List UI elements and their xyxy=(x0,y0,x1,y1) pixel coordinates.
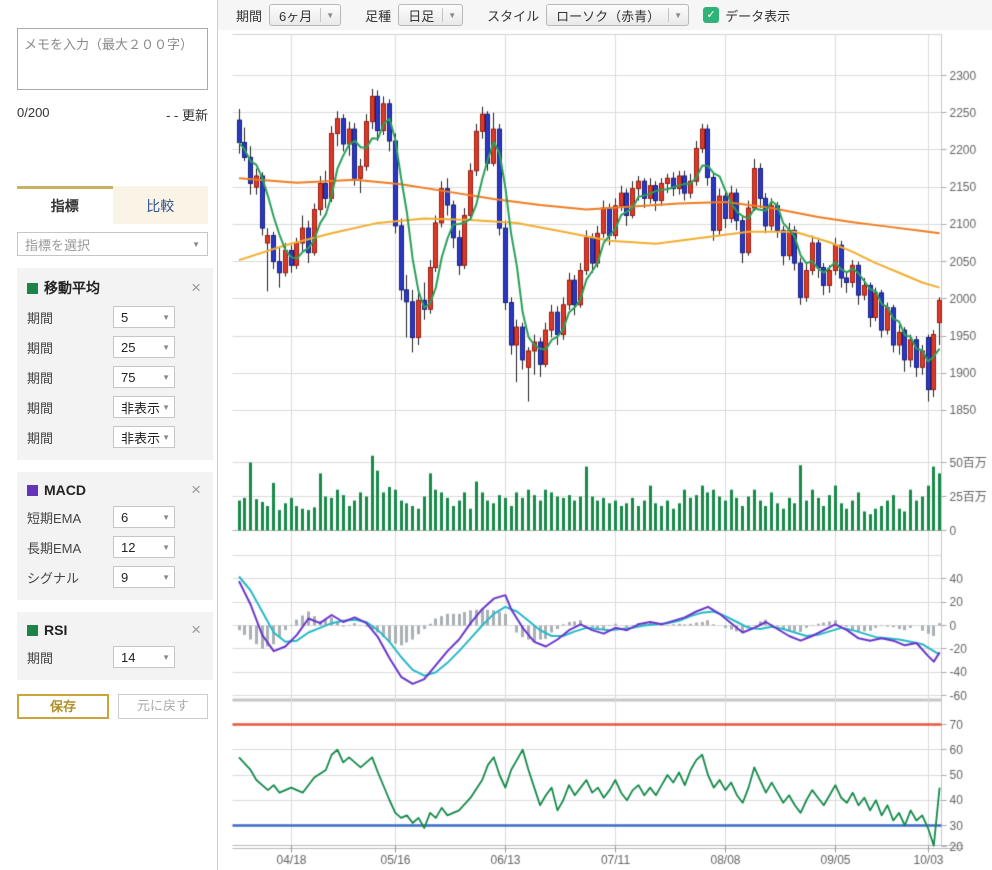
param-label: シグナル xyxy=(27,568,79,587)
stock-chart-app: 0/200 - - 更新 指標 比較 指標を選択 ▼ 移動平均×期間5▼期間25… xyxy=(0,0,992,870)
indicator-color-swatch xyxy=(27,625,38,636)
indicator-card-ma: 移動平均×期間5▼期間25▼期間75▼期間非表示▼期間非表示▼ xyxy=(17,268,213,460)
bar-type-value: 日足 xyxy=(408,6,434,25)
param-select[interactable]: 6▼ xyxy=(113,506,175,528)
bar-type-label: 足種 xyxy=(365,6,391,25)
chevron-down-icon: ▼ xyxy=(162,513,170,522)
chevron-down-icon: ▼ xyxy=(162,543,170,552)
param-select[interactable]: 9▼ xyxy=(113,566,175,588)
param-select[interactable]: 5▼ xyxy=(113,306,175,328)
sidebar-tabs: 指標 比較 xyxy=(17,186,208,224)
period-value: 6ヶ月 xyxy=(279,6,312,25)
param-value: 25 xyxy=(121,340,135,355)
indicator-param-row: 期間5▼ xyxy=(27,306,203,328)
indicator-param-row: 期間 非表示▼ xyxy=(27,426,203,448)
chart-canvas[interactable] xyxy=(218,0,992,870)
sidebar: 0/200 - - 更新 指標 比較 指標を選択 ▼ 移動平均×期間5▼期間25… xyxy=(0,0,218,870)
reset-button[interactable]: 元に戻す xyxy=(118,694,208,719)
indicator-param-row: 期間 25 ▼ xyxy=(27,336,203,358)
chevron-down-icon: ▼ xyxy=(162,313,170,322)
style-select[interactable]: ローソク（赤青） ▼ xyxy=(546,4,689,26)
close-icon[interactable]: × xyxy=(189,281,203,295)
style-label: スタイル xyxy=(487,6,539,25)
memo-update-link[interactable]: - - 更新 xyxy=(166,105,208,124)
param-label: 長期EMA xyxy=(27,538,81,557)
chevron-down-icon: ▼ xyxy=(162,653,170,662)
save-button[interactable]: 保存 xyxy=(17,694,109,719)
period-select[interactable]: 6ヶ月 ▼ xyxy=(269,4,341,26)
chevron-down-icon: ▼ xyxy=(162,433,170,442)
param-value: 非表示 xyxy=(121,398,160,417)
memo-input[interactable] xyxy=(17,28,208,90)
param-label: 期間 xyxy=(27,368,53,387)
bar-type-select[interactable]: 日足 ▼ xyxy=(398,4,463,26)
chart-toolbar: 期間 6ヶ月 ▼ 足種 日足 ▼ スタイル ローソク（赤青） ▼ ✓ データ表示 xyxy=(218,0,992,30)
chart-region: 期間 6ヶ月 ▼ 足種 日足 ▼ スタイル ローソク（赤青） ▼ ✓ データ表示 xyxy=(218,0,992,870)
data-display-label: データ表示 xyxy=(725,6,790,25)
tab-indicator[interactable]: 指標 xyxy=(17,186,113,224)
indicator-title: 移動平均 xyxy=(44,278,189,298)
indicator-param-row: シグナル9▼ xyxy=(27,566,203,588)
memo-counter: 0/200 xyxy=(17,105,50,124)
indicator-param-row: 短期EMA6▼ xyxy=(27,506,203,528)
indicator-param-row: 期間 非表示▼ xyxy=(27,396,203,418)
param-select[interactable]: 25 ▼ xyxy=(113,336,175,358)
chevron-down-icon: ▼ xyxy=(448,11,456,20)
chevron-down-icon: ▼ xyxy=(162,573,170,582)
sidebar-actions: 保存 元に戻す xyxy=(17,694,208,719)
period-label: 期間 xyxy=(236,6,262,25)
chevron-down-icon: ▼ xyxy=(162,373,170,382)
indicator-cards: 移動平均×期間5▼期間25▼期間75▼期間非表示▼期間非表示▼MACD×短期EM… xyxy=(0,268,217,680)
close-icon[interactable]: × xyxy=(189,623,203,637)
param-select[interactable]: 非表示▼ xyxy=(113,396,175,418)
memo-section: 0/200 - - 更新 xyxy=(0,0,217,124)
param-select[interactable]: 12 ▼ xyxy=(113,536,175,558)
param-label: 短期EMA xyxy=(27,508,81,527)
indicator-param-row: 長期EMA 12 ▼ xyxy=(27,536,203,558)
param-select[interactable]: 非表示▼ xyxy=(113,426,175,448)
divider xyxy=(320,8,321,22)
chevron-down-icon: ▼ xyxy=(326,11,334,20)
tab-compare[interactable]: 比較 xyxy=(113,186,209,224)
indicator-title: MACD xyxy=(44,482,189,498)
divider xyxy=(668,8,669,22)
param-label: 期間 xyxy=(27,428,53,447)
indicator-card-macd: MACD×短期EMA6▼長期EMA12▼シグナル9▼ xyxy=(17,472,213,600)
param-label: 期間 xyxy=(27,308,53,327)
param-value: 5 xyxy=(121,310,128,325)
indicator-title: RSI xyxy=(44,622,189,638)
indicator-card-rsi: RSI× 期間 14 ▼ xyxy=(17,612,213,680)
param-value: 12 xyxy=(121,540,135,555)
indicator-param-row: 期間 14 ▼ xyxy=(27,646,203,668)
chevron-down-icon: ▼ xyxy=(162,343,170,352)
chevron-down-icon: ▼ xyxy=(674,11,682,20)
indicator-select[interactable]: 指標を選択 ▼ xyxy=(17,232,208,256)
param-value: 75 xyxy=(121,370,135,385)
chevron-down-icon: ▼ xyxy=(192,240,200,249)
close-icon[interactable]: × xyxy=(189,483,203,497)
indicator-color-swatch xyxy=(27,283,38,294)
param-label: 期間 xyxy=(27,338,53,357)
indicator-select-placeholder: 指標を選択 xyxy=(25,235,90,254)
data-display-checkbox[interactable]: ✓ xyxy=(703,7,719,23)
param-value: 14 xyxy=(121,650,135,665)
param-label: 期間 xyxy=(27,648,53,667)
param-value: 非表示 xyxy=(121,428,160,447)
param-select[interactable]: 14 ▼ xyxy=(113,646,175,668)
style-value: ローソク（赤青） xyxy=(556,6,660,25)
param-select[interactable]: 75 ▼ xyxy=(113,366,175,388)
indicator-color-swatch xyxy=(27,485,38,496)
divider xyxy=(442,8,443,22)
param-value: 9 xyxy=(121,570,128,585)
param-value: 6 xyxy=(121,510,128,525)
chevron-down-icon: ▼ xyxy=(162,403,170,412)
param-label: 期間 xyxy=(27,398,53,417)
indicator-param-row: 期間 75 ▼ xyxy=(27,366,203,388)
